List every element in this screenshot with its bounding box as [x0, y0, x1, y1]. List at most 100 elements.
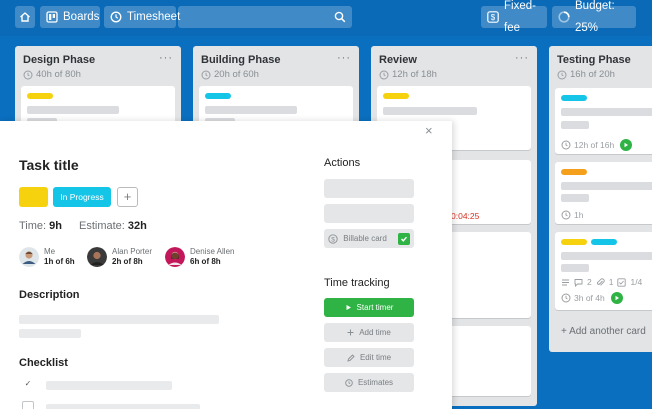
comment-icon: [574, 278, 583, 287]
card-title-placeholder: [383, 107, 477, 115]
home-button[interactable]: [15, 6, 35, 28]
checklist-icon: [617, 277, 627, 287]
list-testing-phase: Testing Phase 16h of 20h 12h of 16h 1h 2: [549, 46, 652, 352]
home-icon: [20, 12, 30, 22]
card-label: [205, 93, 231, 99]
card-time: 1h: [561, 210, 583, 220]
clock-icon: [379, 70, 389, 79]
card-detail-modal: × Task title In Progress + Time: 9h Esti…: [0, 121, 452, 409]
add-time-button[interactable]: Add time: [324, 323, 414, 342]
add-card-button[interactable]: + Add another card: [561, 326, 646, 337]
avatar: [87, 247, 107, 267]
card-title-placeholder: [561, 108, 652, 116]
clock-icon: [557, 70, 567, 79]
estimate[interactable]: Estimate: 32h: [79, 220, 147, 232]
card-title-placeholder: [27, 106, 119, 114]
plus-icon: [347, 329, 354, 336]
play-icon[interactable]: [610, 292, 623, 304]
list-hours: 40h of 80h: [23, 69, 81, 80]
list-menu-icon[interactable]: ···: [337, 52, 351, 64]
card-label: [561, 169, 587, 175]
description-heading: Description: [19, 289, 80, 301]
search-icon: [334, 11, 346, 23]
dollar-icon: $: [328, 233, 338, 244]
start-timer-button[interactable]: Start timer: [324, 298, 414, 317]
card[interactable]: 12h of 16h: [555, 88, 652, 154]
timesheet-button[interactable]: Timesheet: [104, 6, 180, 28]
running-timer: 0:04:25: [451, 211, 480, 221]
card-label: [561, 239, 587, 245]
checklist-heading: Checklist: [19, 357, 68, 369]
boards-label: Boards: [63, 11, 100, 23]
card-time: 3h of 4h: [561, 292, 623, 304]
budget-button[interactable]: Budget: 25%: [552, 0, 636, 34]
card-badges: 2 1 1/4: [561, 277, 642, 287]
billable-card-toggle[interactable]: $ Billable card: [324, 229, 414, 248]
card-label: [27, 93, 53, 99]
card-label: [591, 239, 617, 245]
edit-time-button[interactable]: Edit time: [324, 348, 414, 367]
actions-heading: Actions: [324, 157, 361, 169]
list-title: Testing Phase: [557, 54, 631, 66]
card-time: 12h of 16h: [561, 139, 633, 151]
card-label: [561, 95, 587, 101]
attachment-icon: [596, 277, 605, 286]
clock-icon: [345, 378, 353, 387]
card[interactable]: 1h: [555, 162, 652, 224]
task-title[interactable]: Task title: [19, 157, 79, 173]
card-title-placeholder: [561, 252, 652, 260]
status-label[interactable]: In Progress: [53, 187, 111, 207]
action-button[interactable]: [324, 179, 414, 198]
clock-icon: [110, 11, 122, 23]
list-title: Building Phase: [201, 54, 281, 66]
member-me[interactable]: Me 1h of 6h: [19, 247, 75, 267]
checkbox-checked-icon[interactable]: [397, 232, 410, 245]
checklist-checkbox[interactable]: [22, 401, 34, 409]
checklist-item[interactable]: [46, 404, 200, 409]
avatar: [165, 247, 185, 267]
dollar-icon: $: [487, 11, 499, 23]
svg-text:$: $: [491, 13, 496, 22]
card-meta-placeholder: [561, 121, 589, 129]
yellow-label[interactable]: [19, 187, 48, 207]
time-tracking-heading: Time tracking: [324, 277, 390, 289]
card[interactable]: 2 1 1/4 3h of 4h: [555, 232, 652, 310]
description-placeholder[interactable]: [19, 329, 81, 338]
search-input[interactable]: [178, 6, 352, 28]
add-label-button[interactable]: +: [117, 187, 138, 207]
list-title: Review: [379, 54, 417, 66]
card-label: [383, 93, 409, 99]
clock-icon: [201, 70, 211, 79]
boards-icon: [46, 11, 58, 23]
clock-icon: [561, 210, 571, 220]
timesheet-label: Timesheet: [127, 11, 181, 23]
clock-icon: [23, 70, 33, 79]
pencil-icon: [347, 353, 355, 362]
boards-button[interactable]: Boards: [40, 6, 100, 28]
estimates-button[interactable]: Estimates: [324, 373, 414, 392]
action-button[interactable]: [324, 204, 414, 223]
checklist-item[interactable]: [46, 381, 172, 390]
play-icon[interactable]: [620, 139, 633, 151]
svg-text:$: $: [331, 236, 335, 243]
list-hours: 20h of 60h: [201, 69, 259, 80]
pie-icon: [558, 11, 570, 23]
description-icon: [562, 279, 569, 285]
card-title-placeholder: [561, 182, 652, 190]
description-placeholder[interactable]: [19, 315, 219, 324]
budget-label: Budget: 25%: [575, 0, 615, 34]
time-spent: Time: 9h: [19, 220, 62, 232]
clock-icon: [561, 140, 571, 150]
avatar: [19, 247, 39, 267]
top-bar: Boards Timesheet $ Fixed-fee Budget: 25%: [0, 0, 652, 36]
checklist-checkbox[interactable]: ✓: [22, 379, 34, 391]
fixed-fee-button[interactable]: $ Fixed-fee: [481, 0, 547, 34]
member-denise-allen[interactable]: Denise Allen 6h of 8h: [165, 247, 234, 267]
list-menu-icon[interactable]: ···: [159, 52, 173, 64]
member-alan-porter[interactable]: Alan Porter 2h of 8h: [87, 247, 152, 267]
close-icon[interactable]: ×: [425, 123, 433, 138]
list-hours: 12h of 18h: [379, 69, 437, 80]
card-title-placeholder: [205, 106, 297, 114]
card-meta-placeholder: [561, 264, 589, 272]
list-menu-icon[interactable]: ···: [515, 52, 529, 64]
